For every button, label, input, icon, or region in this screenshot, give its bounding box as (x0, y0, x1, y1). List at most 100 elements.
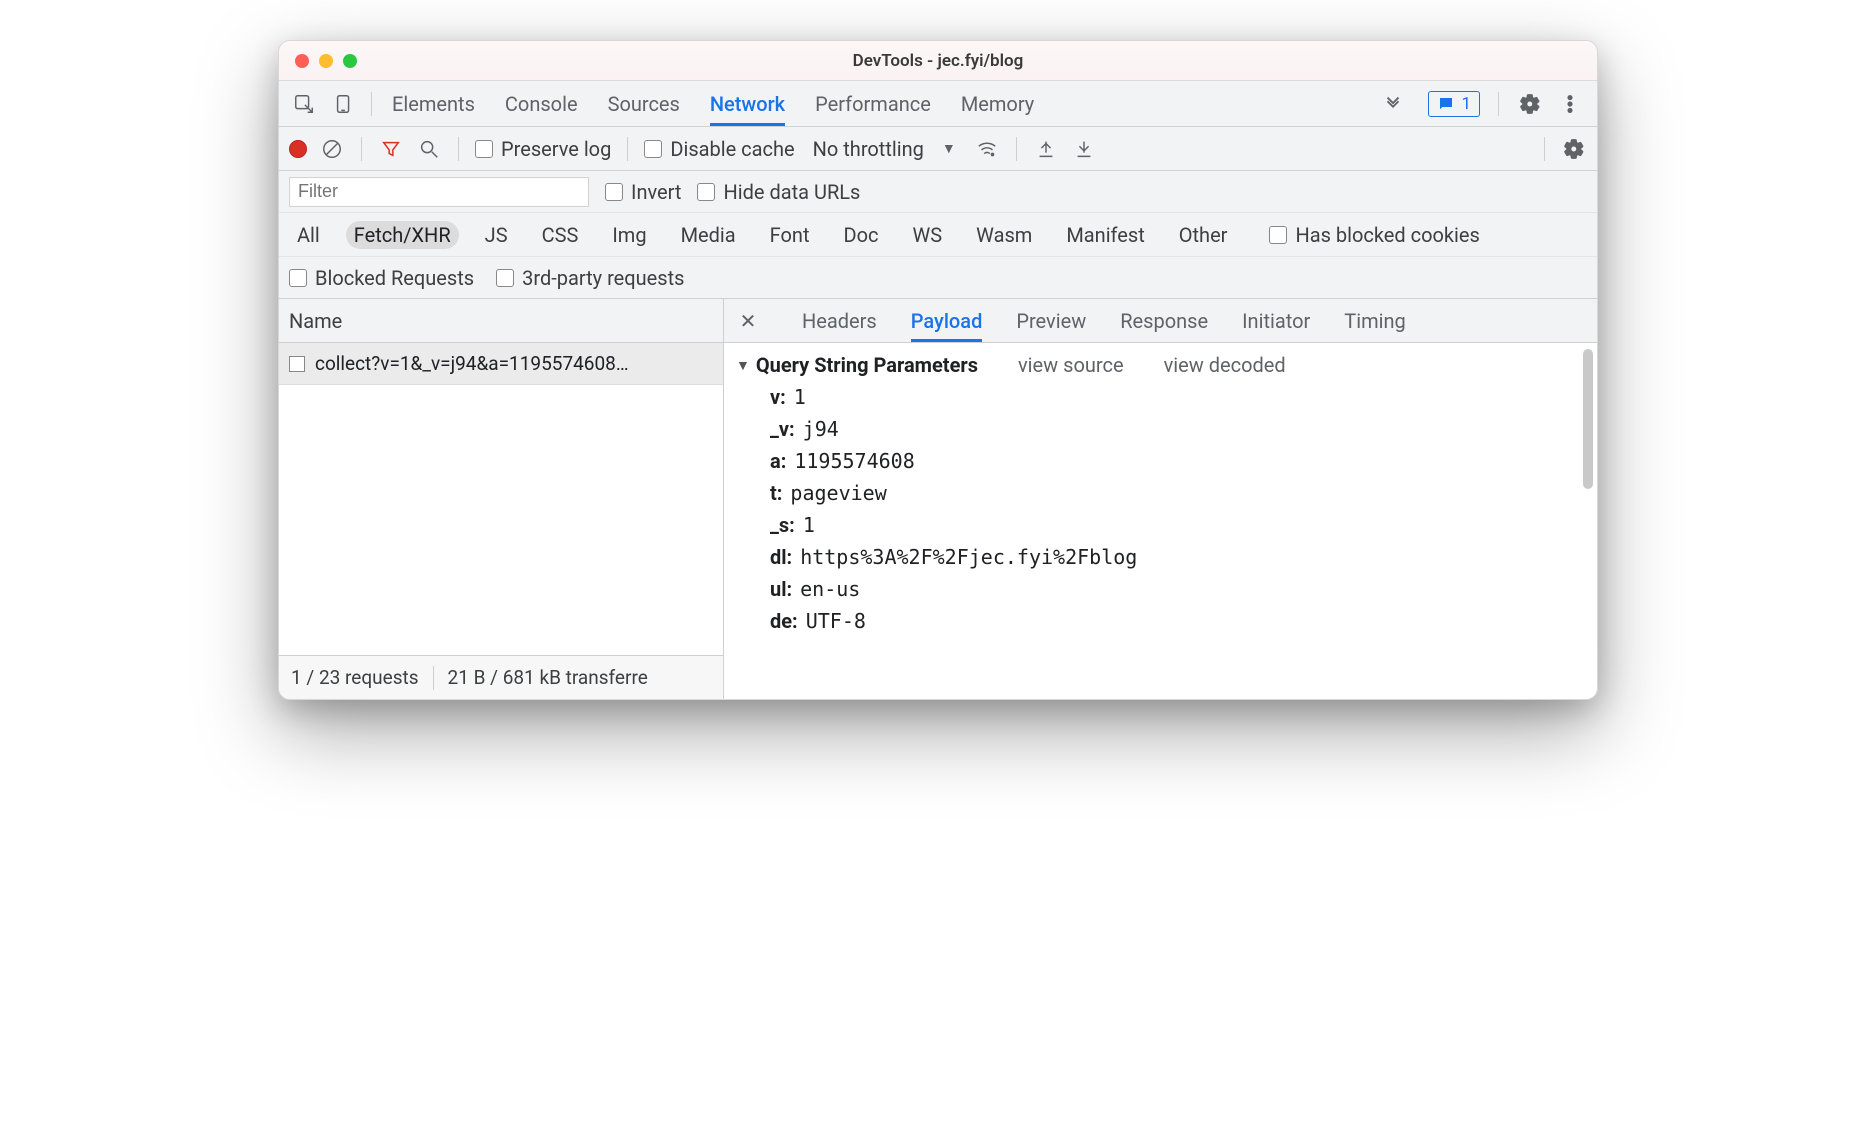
record-button[interactable] (289, 140, 307, 158)
resource-type-icon (289, 356, 305, 372)
tab-elements[interactable]: Elements (392, 81, 475, 126)
divider (433, 666, 434, 690)
filter-input[interactable] (289, 177, 589, 207)
tab-performance[interactable]: Performance (815, 81, 931, 126)
detail-tab-headers[interactable]: Headers (802, 299, 877, 342)
detail-tab-initiator[interactable]: Initiator (1242, 299, 1310, 342)
query-param-row: _v:j94 (770, 417, 1583, 441)
network-settings-icon[interactable] (1561, 136, 1587, 162)
window-close-button[interactable] (295, 54, 309, 68)
divider (1498, 92, 1499, 116)
type-js[interactable]: JS (477, 221, 516, 249)
invert-label: Invert (631, 180, 681, 204)
type-all[interactable]: All (289, 221, 328, 249)
throttling-select[interactable]: No throttling ▼ (807, 137, 962, 161)
detail-tab-response[interactable]: Response (1120, 299, 1208, 342)
query-param-row: ul:en-us (770, 577, 1583, 601)
tabs-overflow-button[interactable] (1368, 93, 1418, 115)
param-value: 1 (803, 513, 815, 537)
issues-badge[interactable]: 1 (1428, 91, 1480, 117)
type-fetch-xhr[interactable]: Fetch/XHR (346, 221, 459, 249)
divider (361, 137, 362, 161)
checkbox-icon (644, 140, 662, 158)
requests-count: 1 / 23 requests (291, 666, 419, 689)
detail-tab-payload[interactable]: Payload (911, 299, 983, 342)
type-wasm[interactable]: Wasm (968, 221, 1040, 249)
inspect-element-icon[interactable] (291, 91, 317, 117)
search-icon[interactable] (416, 136, 442, 162)
type-doc[interactable]: Doc (836, 221, 887, 249)
divider (371, 92, 372, 116)
type-font[interactable]: Font (762, 221, 818, 249)
divider (1544, 137, 1545, 161)
param-value: pageview (790, 481, 886, 505)
device-toolbar-icon[interactable] (331, 91, 357, 117)
hide-data-urls-checkbox[interactable]: Hide data URLs (697, 180, 860, 204)
param-key: a: (770, 449, 786, 473)
request-detail-pane: ✕ Headers Payload Preview Response Initiator… (724, 299, 1597, 699)
has-blocked-cookies-checkbox[interactable]: Has blocked cookies (1269, 223, 1479, 247)
window-minimize-button[interactable] (319, 54, 333, 68)
settings-icon[interactable] (1517, 91, 1543, 117)
query-param-row: v: 1 (770, 385, 1583, 409)
resource-types-row: All Fetch/XHR JS CSS Img Media Font Doc WS Wasm Ma… (279, 213, 1597, 257)
detail-tabs: ✕ Headers Payload Preview Response Initiator… (724, 299, 1597, 343)
query-params-toggle[interactable]: ▼ Query String Parameters (736, 353, 978, 377)
type-css[interactable]: CSS (534, 221, 587, 249)
network-conditions-icon[interactable] (974, 136, 1000, 162)
disable-cache-checkbox[interactable]: Disable cache (644, 137, 794, 161)
checkbox-icon (496, 269, 514, 287)
query-params-list: v: 1 _v:j94 a: 1195574608 t: pageview _s: 1 dl: ht… (736, 385, 1583, 633)
param-key: v: (770, 385, 786, 409)
requests-list: collect?v=1&_v=j94&a=1195574608… (279, 343, 723, 655)
tab-network[interactable]: Network (710, 81, 785, 126)
close-detail-button[interactable]: ✕ (728, 299, 768, 342)
titlebar: DevTools - jec.fyi/blog (279, 41, 1597, 81)
param-value: UTF-8 (806, 609, 866, 633)
requests-column-name[interactable]: Name (279, 299, 723, 343)
tab-memory[interactable]: Memory (961, 81, 1034, 126)
preserve-log-label: Preserve log (501, 137, 611, 161)
param-key: dl: (770, 545, 792, 569)
type-ws[interactable]: WS (905, 221, 951, 249)
detail-tab-timing[interactable]: Timing (1344, 299, 1405, 342)
request-row[interactable]: collect?v=1&_v=j94&a=1195574608… (279, 343, 723, 385)
param-value: https%3A%2F%2Fjec.fyi%2Fblog (800, 545, 1137, 569)
clear-icon[interactable] (319, 136, 345, 162)
transfer-size: 21 B / 681 kB transferre (448, 666, 648, 689)
invert-checkbox[interactable]: Invert (605, 180, 681, 204)
param-key: _s: (770, 513, 795, 537)
main-tabs-row: Elements Console Sources Network Performance… (279, 81, 1597, 127)
type-manifest[interactable]: Manifest (1058, 221, 1152, 249)
type-media[interactable]: Media (673, 221, 744, 249)
tab-console[interactable]: Console (505, 81, 578, 126)
export-har-icon[interactable] (1071, 136, 1097, 162)
type-other[interactable]: Other (1171, 221, 1236, 249)
kebab-menu-icon[interactable] (1557, 91, 1583, 117)
view-source-link[interactable]: view source (1018, 353, 1124, 377)
query-param-row: dl: https%3A%2F%2Fjec.fyi%2Fblog (770, 545, 1583, 569)
third-party-requests-checkbox[interactable]: 3rd-party requests (496, 266, 684, 290)
checkbox-icon (697, 183, 715, 201)
param-key: t: (770, 481, 782, 505)
detail-tab-preview[interactable]: Preview (1016, 299, 1086, 342)
import-har-icon[interactable] (1033, 136, 1059, 162)
param-value: j94 (803, 417, 839, 441)
param-value: 1 (794, 385, 806, 409)
scrollbar[interactable] (1583, 349, 1593, 489)
view-decoded-link[interactable]: view decoded (1164, 353, 1286, 377)
blocked-requests-checkbox[interactable]: Blocked Requests (289, 266, 474, 290)
divider (1016, 137, 1017, 161)
preserve-log-checkbox[interactable]: Preserve log (475, 137, 611, 161)
request-options-row: Blocked Requests 3rd-party requests (279, 257, 1597, 299)
devtools-window: DevTools - jec.fyi/blog Elements Console S… (278, 40, 1598, 700)
window-maximize-button[interactable] (343, 54, 357, 68)
type-img[interactable]: Img (604, 221, 654, 249)
main-tabs: Elements Console Sources Network Performance… (376, 81, 1368, 126)
param-key: ul: (770, 577, 792, 601)
tab-sources[interactable]: Sources (608, 81, 680, 126)
filter-icon[interactable] (378, 136, 404, 162)
checkbox-icon (1269, 226, 1287, 244)
query-param-row: _s: 1 (770, 513, 1583, 537)
param-value: 1195574608 (794, 449, 914, 473)
